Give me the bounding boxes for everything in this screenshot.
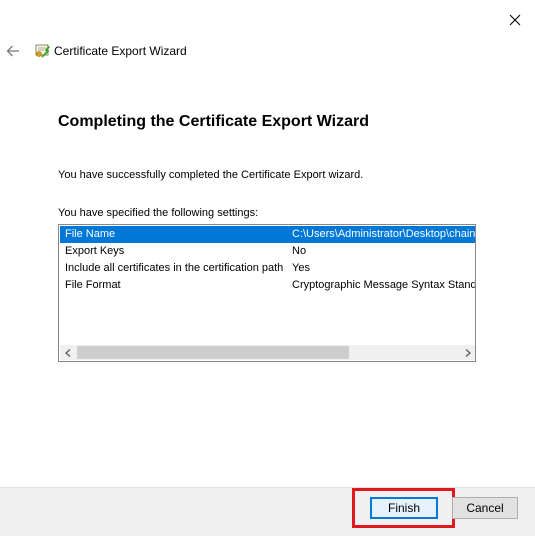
setting-value: Yes [292,262,310,274]
setting-name: File Format [65,279,121,291]
horizontal-scrollbar[interactable] [60,345,475,360]
settings-row-include-all-certificates[interactable]: Include all certificates in the certific… [60,260,475,277]
back-button[interactable] [2,40,24,62]
settings-label: You have specified the following setting… [58,207,259,219]
settings-list[interactable]: File Name C:\Users\Administrator\Desktop… [58,224,476,362]
scroll-right-button[interactable] [460,345,475,360]
success-message: You have successfully completed the Cert… [58,169,364,181]
scroll-left-button[interactable] [60,345,76,360]
certificate-export-window: Certificate Export Wizard Completing the… [0,0,535,536]
setting-name: Include all certificates in the certific… [65,262,284,274]
scroll-thumb[interactable] [77,346,349,359]
settings-row-file-format[interactable]: File Format Cryptographic Message Syntax… [60,277,476,294]
setting-value: No [292,245,307,257]
back-arrow-icon [6,45,19,57]
page-heading: Completing the Certificate Export Wizard [58,113,369,130]
settings-row-export-keys[interactable]: Export Keys No [60,243,475,260]
certificate-icon [35,44,50,58]
setting-value: Cryptographic Message Syntax Standard [292,279,476,291]
setting-name: File Name [65,228,116,240]
chevron-left-icon [65,348,71,357]
close-button[interactable] [500,8,530,32]
cancel-button[interactable]: Cancel [452,497,518,519]
setting-value: C:\Users\Administrator\Desktop\chain.p7b [292,228,476,240]
finish-button[interactable]: Finish [370,497,438,519]
close-icon [509,14,521,26]
chevron-right-icon [465,348,471,357]
wizard-title: Certificate Export Wizard [54,44,187,58]
settings-row-file-name[interactable]: File Name C:\Users\Administrator\Desktop… [60,226,476,243]
setting-name: Export Keys [65,245,125,257]
